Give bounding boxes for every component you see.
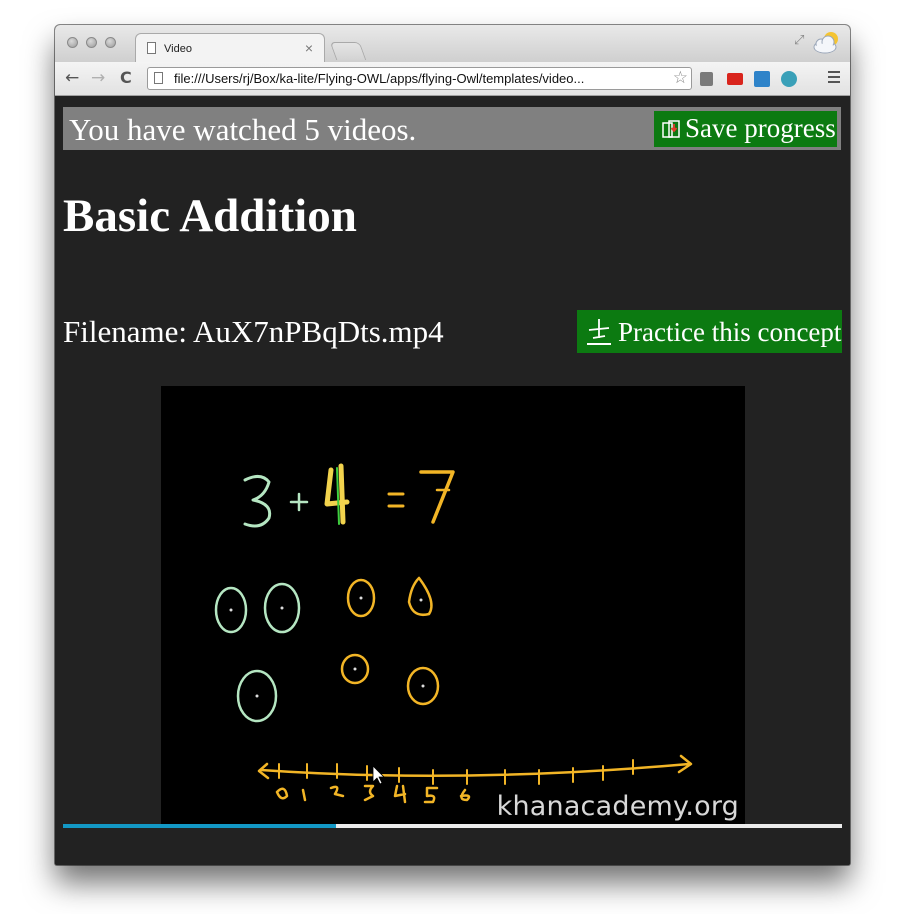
extension-wave-icon[interactable] <box>781 71 797 87</box>
extension-notes-icon[interactable] <box>700 72 713 86</box>
minimize-window-button[interactable] <box>86 37 97 48</box>
save-icon <box>662 120 680 138</box>
reload-button[interactable]: C <box>120 68 132 88</box>
khanacademy-watermark: khanacademy.org <box>496 791 739 822</box>
weather-icon[interactable] <box>812 30 842 56</box>
progress-banner: You have watched 5 videos. Save progress <box>63 107 841 150</box>
video-seek-bar[interactable] <box>63 824 842 828</box>
video-player[interactable]: khanacademy.org <box>161 386 745 824</box>
bookmark-star-icon[interactable]: ☆ <box>673 68 688 88</box>
tab-title: Video <box>164 43 192 55</box>
tab-video[interactable]: Video × <box>135 33 325 63</box>
filename-label: Filename: <box>63 314 187 349</box>
address-bar[interactable]: file:///Users/rj/Box/ka-lite/Flying-OWL/… <box>147 67 692 90</box>
forward-button[interactable]: → <box>91 68 105 88</box>
practice-concept-button[interactable]: Practice this concept <box>577 310 842 353</box>
save-progress-label: Save progress <box>685 113 836 143</box>
practice-concept-label: Practice this concept <box>618 317 842 347</box>
new-tab-button[interactable] <box>329 42 367 60</box>
tab-close-icon[interactable]: × <box>305 40 313 56</box>
back-button[interactable]: ← <box>65 68 79 88</box>
close-window-button[interactable] <box>67 37 78 48</box>
menu-icon[interactable] <box>828 71 842 85</box>
browser-toolbar: ← → C file:///Users/rj/Box/ka-lite/Flyin… <box>55 62 850 96</box>
extension-red-icon[interactable] <box>727 73 743 85</box>
filename-row: Filename: AuX7nPBqDts.mp4 <box>63 314 444 350</box>
filename-value: AuX7nPBqDts.mp4 <box>193 314 444 349</box>
zoom-window-button[interactable] <box>105 37 116 48</box>
tab-strip: Video × ⤢ <box>55 25 850 63</box>
url-text: file:///Users/rj/Box/ka-lite/Flying-OWL/… <box>174 71 585 86</box>
browser-window: Video × ⤢ ← → C file:///Users/rj/Box/ka-… <box>55 25 850 865</box>
video-frame <box>214 463 693 804</box>
video-played-fill <box>63 824 336 828</box>
page-content: You have watched 5 videos. Save progress… <box>55 96 850 865</box>
video-title: Basic Addition <box>63 190 357 242</box>
document-icon <box>147 42 156 54</box>
page-icon <box>154 72 163 84</box>
exercise-icon <box>587 319 611 345</box>
fullscreen-icon[interactable]: ⤢ <box>794 34 806 47</box>
extension-screen-icon[interactable] <box>754 71 770 87</box>
videos-watched-text: You have watched 5 videos. <box>69 112 417 147</box>
save-progress-button[interactable]: Save progress <box>654 111 837 147</box>
